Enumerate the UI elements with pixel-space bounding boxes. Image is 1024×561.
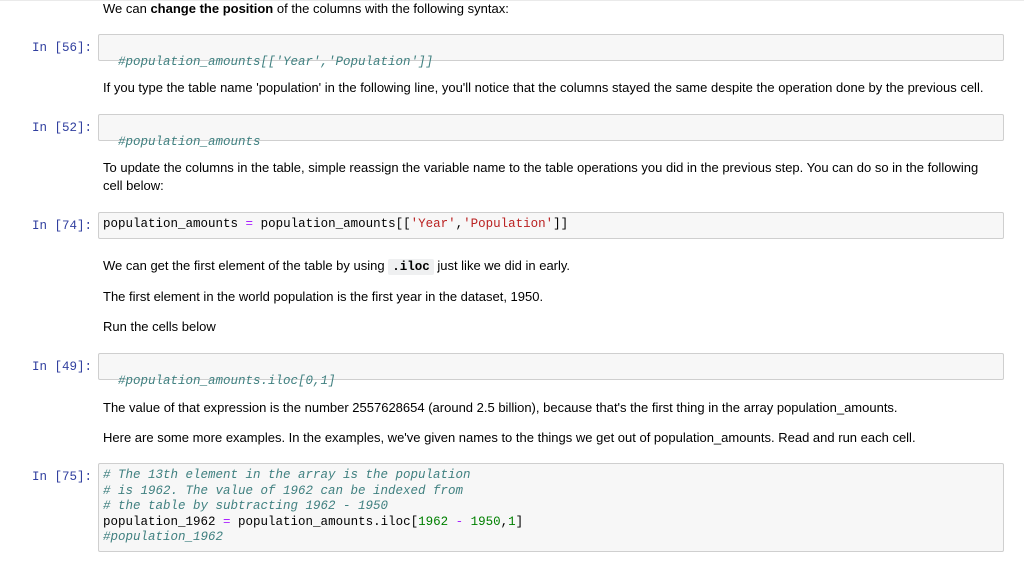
markdown-cell-population-note: If you type the table name 'population' … xyxy=(103,79,1000,97)
code-number: 1950 xyxy=(470,514,501,529)
md-text: just like we did in early. xyxy=(433,258,571,273)
md-text: To update the columns in the table, simp… xyxy=(103,160,979,193)
code-cell-49[interactable]: #population_amounts.iloc[0,1] xyxy=(98,353,1004,388)
code-string: 'Year' xyxy=(410,217,456,231)
code-comment: #population_amounts.iloc[0,1] xyxy=(118,373,336,388)
markdown-cell-iloc: We can get the first element of the tabl… xyxy=(103,257,1000,276)
code-token: , xyxy=(500,514,509,529)
markdown-cell-change-position: We can change the position of the column… xyxy=(103,0,1000,18)
markdown-cell-more-examples: Here are some more examples. In the exam… xyxy=(103,429,1000,447)
code-token: , xyxy=(455,217,464,231)
code-token: population_1962 xyxy=(103,514,224,529)
md-text: The value of that expression is the numb… xyxy=(103,400,898,415)
code-token: population_amounts.iloc[ xyxy=(230,514,419,529)
code-cell-74[interactable]: population_amounts = population_amounts[… xyxy=(98,212,1004,239)
md-inline-code: .iloc xyxy=(388,259,434,275)
cell-prompt-52: In [52]: xyxy=(32,121,93,135)
md-text: of the columns with the following syntax… xyxy=(273,1,509,16)
cell-prompt-56: In [56]: xyxy=(32,41,93,55)
markdown-cell-update-columns: To update the columns in the table, simp… xyxy=(103,159,1000,195)
markdown-cell-first-element: The first element in the world populatio… xyxy=(103,288,1000,306)
markdown-cell-run-cells: Run the cells below xyxy=(103,318,1000,336)
code-operator: = xyxy=(245,217,254,231)
code-string: 'Population' xyxy=(463,217,554,231)
code-number: 1 xyxy=(508,514,516,529)
code-comment: # is 1962. The value of 1962 can be inde… xyxy=(103,483,464,498)
md-text: The first element in the world populatio… xyxy=(103,289,544,304)
code-cell-52[interactable]: #population_amounts xyxy=(98,114,1004,149)
code-comment: # the table by subtracting 1962 - 1950 xyxy=(103,499,389,513)
md-text: Here are some more examples. In the exam… xyxy=(103,430,916,445)
code-token: population_amounts[[ xyxy=(260,217,411,231)
code-token: ] xyxy=(515,514,524,529)
md-bold-text: change the position xyxy=(150,1,274,16)
code-comment: # The 13th element in the array is the p… xyxy=(103,468,471,482)
code-comment: #population_1962 xyxy=(103,530,224,544)
code-operator: = xyxy=(223,514,231,529)
md-text: We can get the first element of the tabl… xyxy=(103,258,389,273)
md-text: We can xyxy=(103,1,151,16)
code-number: 1962 xyxy=(418,514,449,529)
code-comment: #population_amounts xyxy=(118,134,261,149)
code-cell-75[interactable]: # The 13th element in the array is the p… xyxy=(98,463,1004,552)
code-cell-56[interactable]: #population_amounts[['Year','Population'… xyxy=(98,34,1004,69)
md-text: Run the cells below xyxy=(103,319,216,334)
cell-prompt-74: In [74]: xyxy=(32,219,93,233)
code-operator: - xyxy=(448,514,471,529)
cell-prompt-75: In [75]: xyxy=(32,470,93,484)
code-token: population_amounts xyxy=(103,217,239,231)
code-token: ]] xyxy=(553,217,569,231)
markdown-cell-value-expression: The value of that expression is the numb… xyxy=(103,399,1000,417)
cell-prompt-49: In [49]: xyxy=(32,360,93,374)
md-text: If you type the table name 'population' … xyxy=(103,80,984,95)
code-comment: #population_amounts[['Year','Population'… xyxy=(118,54,434,69)
